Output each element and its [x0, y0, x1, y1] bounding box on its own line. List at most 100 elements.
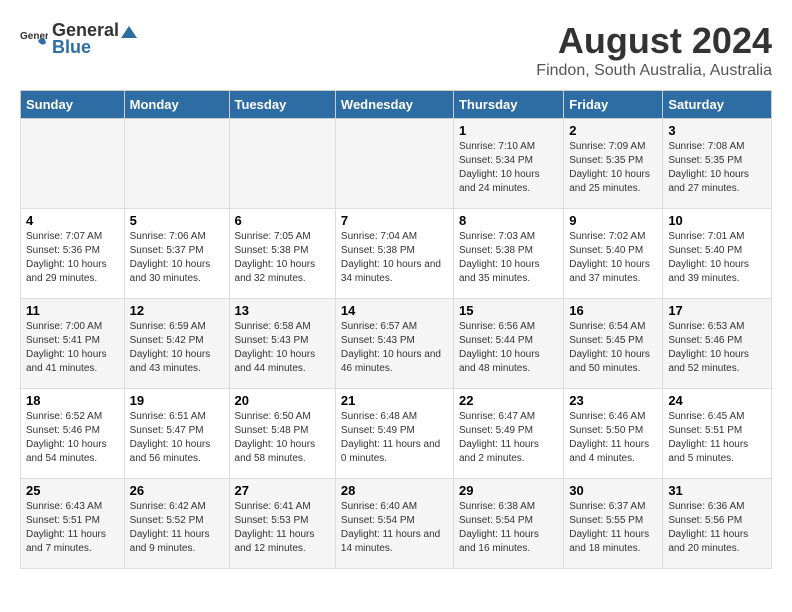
day-number: 6: [235, 213, 330, 228]
calendar-cell: 5 Sunrise: 7:06 AM Sunset: 5:37 PM Dayli…: [124, 209, 229, 299]
calendar-cell: 23 Sunrise: 6:46 AM Sunset: 5:50 PM Dayl…: [564, 389, 663, 479]
day-number: 1: [459, 123, 558, 138]
sunset: Sunset: 5:50 PM: [569, 425, 643, 436]
sunrise: Sunrise: 6:56 AM: [459, 321, 535, 332]
day-info: Sunrise: 6:56 AM Sunset: 5:44 PM Dayligh…: [459, 320, 558, 376]
daylight: Daylight: 10 hours and 50 minutes.: [569, 349, 650, 374]
day-info: Sunrise: 7:10 AM Sunset: 5:34 PM Dayligh…: [459, 140, 558, 196]
sunrise: Sunrise: 6:41 AM: [235, 501, 311, 512]
calendar-cell: 29 Sunrise: 6:38 AM Sunset: 5:54 PM Dayl…: [453, 479, 563, 569]
day-number: 31: [668, 483, 766, 498]
daylight: Daylight: 10 hours and 58 minutes.: [235, 439, 316, 464]
day-number: 28: [341, 483, 448, 498]
daylight: Daylight: 11 hours and 20 minutes.: [668, 529, 748, 554]
day-info: Sunrise: 6:51 AM Sunset: 5:47 PM Dayligh…: [130, 410, 224, 466]
calendar-cell: 24 Sunrise: 6:45 AM Sunset: 5:51 PM Dayl…: [663, 389, 772, 479]
daylight: Daylight: 11 hours and 7 minutes.: [26, 529, 106, 554]
sunset: Sunset: 5:35 PM: [569, 155, 643, 166]
sunrise: Sunrise: 6:50 AM: [235, 411, 311, 422]
day-number: 21: [341, 393, 448, 408]
daylight: Daylight: 10 hours and 52 minutes.: [668, 349, 749, 374]
sunrise: Sunrise: 6:58 AM: [235, 321, 311, 332]
day-info: Sunrise: 7:03 AM Sunset: 5:38 PM Dayligh…: [459, 230, 558, 286]
daylight: Daylight: 11 hours and 18 minutes.: [569, 529, 649, 554]
day-info: Sunrise: 6:54 AM Sunset: 5:45 PM Dayligh…: [569, 320, 657, 376]
day-info: Sunrise: 6:53 AM Sunset: 5:46 PM Dayligh…: [668, 320, 766, 376]
day-number: 23: [569, 393, 657, 408]
day-info: Sunrise: 6:59 AM Sunset: 5:42 PM Dayligh…: [130, 320, 224, 376]
day-info: Sunrise: 6:40 AM Sunset: 5:54 PM Dayligh…: [341, 500, 448, 556]
calendar-cell: 13 Sunrise: 6:58 AM Sunset: 5:43 PM Dayl…: [229, 299, 335, 389]
calendar-cell: 1 Sunrise: 7:10 AM Sunset: 5:34 PM Dayli…: [453, 119, 563, 209]
week-row-1: 1 Sunrise: 7:10 AM Sunset: 5:34 PM Dayli…: [21, 119, 772, 209]
sunset: Sunset: 5:51 PM: [26, 515, 100, 526]
daylight: Daylight: 10 hours and 56 minutes.: [130, 439, 211, 464]
day-info: Sunrise: 7:02 AM Sunset: 5:40 PM Dayligh…: [569, 230, 657, 286]
calendar-cell: 28 Sunrise: 6:40 AM Sunset: 5:54 PM Dayl…: [335, 479, 453, 569]
week-row-3: 11 Sunrise: 7:00 AM Sunset: 5:41 PM Dayl…: [21, 299, 772, 389]
day-number: 19: [130, 393, 224, 408]
title-area: August 2024 Findon, South Australia, Aus…: [536, 20, 772, 80]
sunrise: Sunrise: 7:01 AM: [668, 231, 744, 242]
calendar-cell: 19 Sunrise: 6:51 AM Sunset: 5:47 PM Dayl…: [124, 389, 229, 479]
weekday-header-row: SundayMondayTuesdayWednesdayThursdayFrid…: [21, 91, 772, 119]
weekday-header-monday: Monday: [124, 91, 229, 119]
daylight: Daylight: 10 hours and 29 minutes.: [26, 259, 107, 284]
daylight: Daylight: 11 hours and 12 minutes.: [235, 529, 315, 554]
sunset: Sunset: 5:38 PM: [341, 245, 415, 256]
day-info: Sunrise: 6:58 AM Sunset: 5:43 PM Dayligh…: [235, 320, 330, 376]
daylight: Daylight: 10 hours and 48 minutes.: [459, 349, 540, 374]
weekday-header-saturday: Saturday: [663, 91, 772, 119]
day-number: 9: [569, 213, 657, 228]
sunrise: Sunrise: 6:43 AM: [26, 501, 102, 512]
sunset: Sunset: 5:42 PM: [130, 335, 204, 346]
calendar-cell: 15 Sunrise: 6:56 AM Sunset: 5:44 PM Dayl…: [453, 299, 563, 389]
day-info: Sunrise: 7:00 AM Sunset: 5:41 PM Dayligh…: [26, 320, 119, 376]
day-number: 10: [668, 213, 766, 228]
day-number: 13: [235, 303, 330, 318]
calendar-cell: [229, 119, 335, 209]
sunset: Sunset: 5:43 PM: [341, 335, 415, 346]
sunrise: Sunrise: 7:09 AM: [569, 141, 645, 152]
sunrise: Sunrise: 6:54 AM: [569, 321, 645, 332]
day-info: Sunrise: 6:38 AM Sunset: 5:54 PM Dayligh…: [459, 500, 558, 556]
sunset: Sunset: 5:34 PM: [459, 155, 533, 166]
day-info: Sunrise: 6:52 AM Sunset: 5:46 PM Dayligh…: [26, 410, 119, 466]
main-title: August 2024: [536, 20, 772, 62]
day-number: 22: [459, 393, 558, 408]
sunrise: Sunrise: 6:48 AM: [341, 411, 417, 422]
sunset: Sunset: 5:38 PM: [235, 245, 309, 256]
daylight: Daylight: 10 hours and 37 minutes.: [569, 259, 650, 284]
calendar-cell: 7 Sunrise: 7:04 AM Sunset: 5:38 PM Dayli…: [335, 209, 453, 299]
day-info: Sunrise: 7:09 AM Sunset: 5:35 PM Dayligh…: [569, 140, 657, 196]
daylight: Daylight: 10 hours and 39 minutes.: [668, 259, 749, 284]
weekday-header-wednesday: Wednesday: [335, 91, 453, 119]
day-number: 14: [341, 303, 448, 318]
calendar-cell: 27 Sunrise: 6:41 AM Sunset: 5:53 PM Dayl…: [229, 479, 335, 569]
sunrise: Sunrise: 7:07 AM: [26, 231, 102, 242]
daylight: Daylight: 10 hours and 44 minutes.: [235, 349, 316, 374]
sunset: Sunset: 5:54 PM: [459, 515, 533, 526]
weekday-header-tuesday: Tuesday: [229, 91, 335, 119]
sunset: Sunset: 5:48 PM: [235, 425, 309, 436]
daylight: Daylight: 11 hours and 5 minutes.: [668, 439, 748, 464]
sunset: Sunset: 5:35 PM: [668, 155, 742, 166]
sunset: Sunset: 5:38 PM: [459, 245, 533, 256]
day-number: 5: [130, 213, 224, 228]
sunset: Sunset: 5:41 PM: [26, 335, 100, 346]
calendar-cell: [21, 119, 125, 209]
sunrise: Sunrise: 6:51 AM: [130, 411, 206, 422]
calendar-cell: 16 Sunrise: 6:54 AM Sunset: 5:45 PM Dayl…: [564, 299, 663, 389]
week-row-4: 18 Sunrise: 6:52 AM Sunset: 5:46 PM Dayl…: [21, 389, 772, 479]
day-number: 15: [459, 303, 558, 318]
sunset: Sunset: 5:49 PM: [459, 425, 533, 436]
sunrise: Sunrise: 6:42 AM: [130, 501, 206, 512]
sunset: Sunset: 5:46 PM: [26, 425, 100, 436]
day-number: 4: [26, 213, 119, 228]
calendar-cell: 20 Sunrise: 6:50 AM Sunset: 5:48 PM Dayl…: [229, 389, 335, 479]
day-info: Sunrise: 6:48 AM Sunset: 5:49 PM Dayligh…: [341, 410, 448, 466]
sunrise: Sunrise: 6:38 AM: [459, 501, 535, 512]
calendar-cell: 26 Sunrise: 6:42 AM Sunset: 5:52 PM Dayl…: [124, 479, 229, 569]
sunrise: Sunrise: 7:03 AM: [459, 231, 535, 242]
daylight: Daylight: 10 hours and 34 minutes.: [341, 259, 441, 284]
